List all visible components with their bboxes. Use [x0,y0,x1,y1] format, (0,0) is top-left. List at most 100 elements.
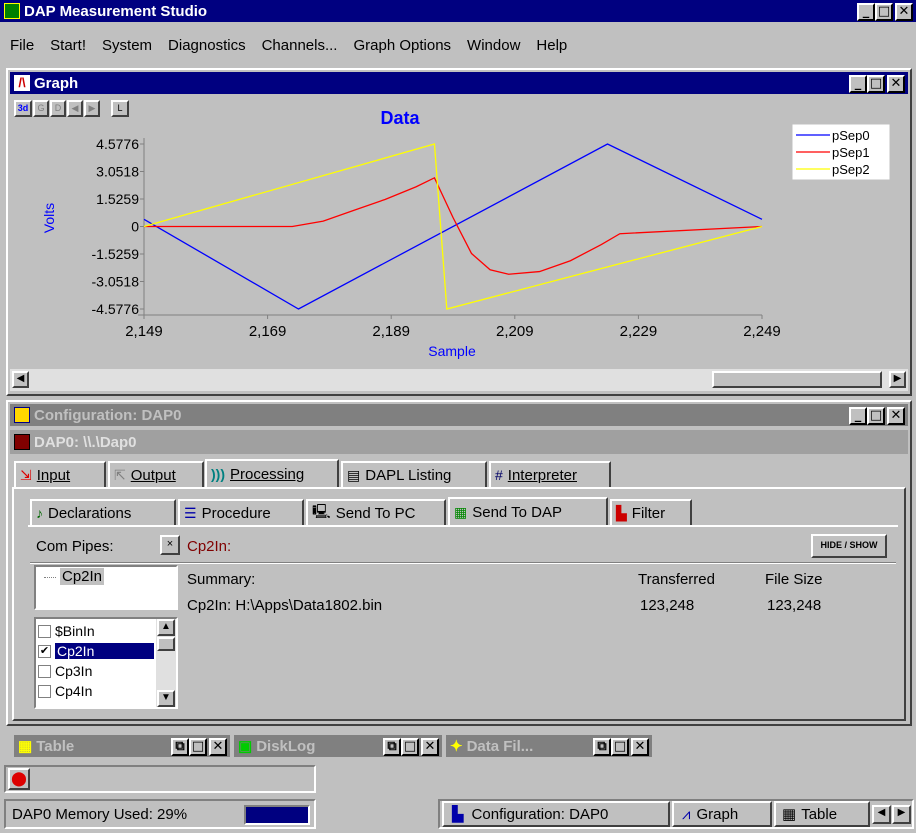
maximize-button[interactable]: □ [401,738,419,756]
pipe-checkbox[interactable] [38,684,51,698]
task-tab-configuration[interactable]: ▙ Configuration: DAP0 [442,801,670,827]
tree-item[interactable]: Cp2In [60,568,105,585]
menu-help[interactable]: Help [528,37,575,54]
tab-output[interactable]: ⇱ Output [108,461,204,487]
list-scroll-thumb[interactable] [157,637,175,651]
minimized-disklog[interactable]: ▣ DiskLog ⧉ □ ✕ [234,735,442,757]
tab-procedure[interactable]: ☰ Procedure [178,499,304,525]
x-tick-label: 2,209 [496,323,534,340]
legend-label: pSep1 [832,145,870,160]
menu-file[interactable]: File [2,37,42,54]
list-item[interactable]: $BinIn [38,621,154,641]
list-scrollbar[interactable]: ▲ ▼ [156,619,176,707]
minimized-data-file[interactable]: ✦ Data Fil... ⧉ □ ✕ [446,735,652,757]
table-icon: ▦ [18,738,33,755]
tab-send-to-dap[interactable]: ▦ Send To DAP [448,497,608,525]
menu-channels[interactable]: Channels... [254,37,346,54]
close-button[interactable]: ✕ [895,3,913,21]
scroll-right-icon[interactable]: ▶ [889,371,906,388]
x-tick-label: 2,249 [743,323,781,340]
sub-tab-panel [28,525,898,527]
pipe-checkbox[interactable] [38,624,51,638]
list-item[interactable]: Cp3In [38,661,154,681]
memory-label: DAP0 Memory Used: 29% [12,806,188,823]
list-item-selected[interactable]: ✔ Cp2In [38,641,154,661]
maximize-button[interactable]: □ [611,738,629,756]
list-item[interactable]: Cp4In [38,681,154,701]
scroll-down-icon[interactable]: ▼ [157,690,175,707]
app-title: DAP Measurement Studio [24,2,208,20]
restore-button[interactable]: ⧉ [593,738,611,756]
transferred-header: Transferred [638,571,715,588]
y-tick-label: 0 [131,219,139,235]
tab-send-to-pc[interactable]: 🖳 Send To PC [306,499,446,525]
clear-pipe-button[interactable]: × [160,535,180,555]
close-button[interactable]: ✕ [631,738,649,756]
filter-icon: ▙ [616,504,627,521]
pipe-checkbox[interactable] [38,664,51,678]
app-title-bar[interactable]: DAP Measurement Studio _ □ ✕ [0,0,916,22]
graph-title-bar[interactable]: /\ Graph _ □ ✕ [10,72,908,94]
config-icon: ▙ [452,806,464,823]
traffic-light-icon[interactable]: ⬤ [8,768,30,790]
data-file-icon: ✦ [450,738,463,755]
close-button[interactable]: ✕ [209,738,227,756]
tabs-left-icon[interactable]: ◀ [872,805,891,824]
maximize-button[interactable]: □ [875,3,893,21]
tab-dapl-listing[interactable]: ▤ DAPL Listing [341,461,487,487]
task-tab-table[interactable]: ▦ Table [774,801,870,827]
y-tick-label: -4.5776 [92,301,140,317]
pipe-checkbox-checked[interactable]: ✔ [38,644,51,658]
minimize-button[interactable]: _ [857,3,875,21]
transferred-value: 123,248 [640,597,695,614]
task-tab-graph[interactable]: ⩘ Graph [672,801,772,827]
menu-graph-options[interactable]: Graph Options [345,37,459,54]
memory-status: DAP0 Memory Used: 29% [4,799,316,829]
dap-board-icon: ▦ [454,503,468,520]
menu-system[interactable]: System [94,37,160,54]
config-minimize-button[interactable]: _ [849,407,867,425]
menu-bar: File Start! System Diagnostics Channels.… [2,37,575,54]
menu-start[interactable]: Start! [42,37,94,54]
procedure-icon: ☰ [184,504,197,521]
y-tick-label: -1.5259 [92,246,140,262]
graph-close-button[interactable]: ✕ [887,75,905,93]
y-tick-label: 3.0518 [96,163,139,179]
listing-icon: ▤ [347,466,361,483]
config-title-bar[interactable]: Configuration: DAP0 _ □ ✕ [10,404,908,426]
tab-interpreter[interactable]: # Interpreter [489,461,611,487]
tab-declarations[interactable]: ♪ Declarations [30,499,176,525]
config-close-button[interactable]: ✕ [887,407,905,425]
app-icon [4,3,20,19]
pipe-list[interactable]: $BinIn ✔ Cp2In Cp3In Cp4In ▲ ▼ [34,617,178,709]
tab-filter[interactable]: ▙ Filter [610,499,692,525]
close-button[interactable]: ✕ [421,738,439,756]
scroll-thumb[interactable] [712,371,882,388]
memory-bar [244,805,310,825]
menu-diagnostics[interactable]: Diagnostics [160,37,254,54]
tab-input[interactable]: ⇲ Input [14,461,106,487]
y-tick-label: -3.0518 [92,274,140,290]
restore-button[interactable]: ⧉ [383,738,401,756]
input-icon: ⇲ [20,466,32,483]
scroll-left-icon[interactable]: ◀ [12,371,29,388]
scroll-up-icon[interactable]: ▲ [157,619,175,636]
pipe-tree[interactable]: Cp2In [34,565,178,610]
table-icon: ▦ [782,806,797,823]
graph-scrollbar[interactable]: ◀ ▶ [10,369,908,391]
graph-icon: ⩘ [682,805,691,823]
maximize-button[interactable]: □ [189,738,207,756]
config-maximize-button[interactable]: □ [867,407,885,425]
hide-show-button[interactable]: HIDE / SHOW [811,534,887,558]
tabs-right-icon[interactable]: ▶ [892,805,911,824]
chart-area: Data 4.5776 3.0518 1.5259 0 -1.5259 -3.0518 -4.… [10,96,908,368]
menu-window[interactable]: Window [459,37,528,54]
graph-minimize-button[interactable]: _ [849,75,867,93]
restore-button[interactable]: ⧉ [171,738,189,756]
x-tick-label: 2,189 [372,323,410,340]
graph-maximize-button[interactable]: □ [867,75,885,93]
config-title: Configuration: DAP0 [34,406,182,424]
y-tick-label: 4.5776 [96,136,139,152]
tab-processing[interactable]: ))) Processing [205,459,339,487]
minimized-table[interactable]: ▦ Table ⧉ □ ✕ [14,735,230,757]
